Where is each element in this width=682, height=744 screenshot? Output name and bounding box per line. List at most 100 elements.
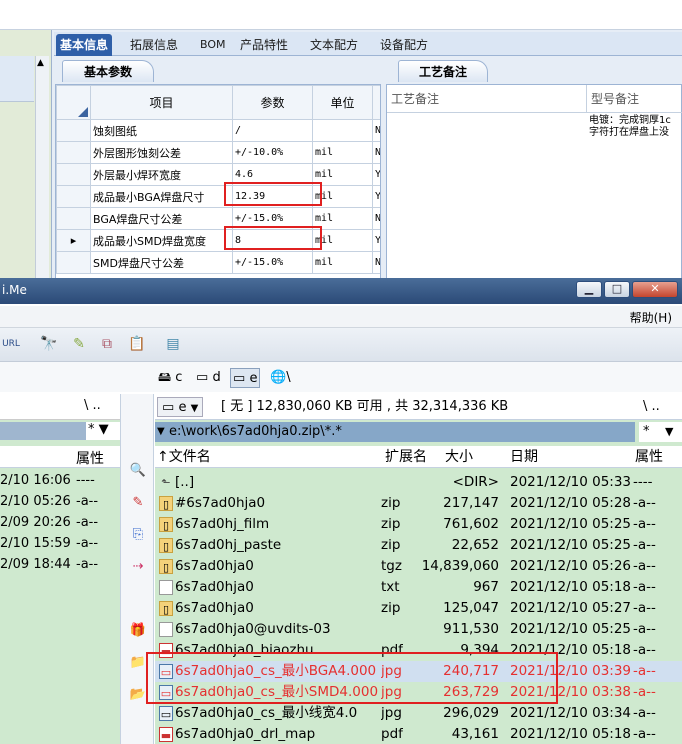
file-name: 6s7ad0hja0 [175, 579, 254, 595]
header-name[interactable]: ↑文件名 [157, 446, 211, 468]
left-nav[interactable]: \ .. [84, 398, 101, 413]
filter-dropdown-icon[interactable]: ▼ [99, 422, 109, 437]
left-panel-scrollbar[interactable]: ▲ [35, 56, 49, 292]
tab-equipment-recipe[interactable]: 设备配方 [376, 34, 432, 56]
maximize-button[interactable]: □ [604, 281, 630, 298]
left-history-bar[interactable]: * ▼ [0, 422, 120, 440]
list-item[interactable]: 2/09 18:44 -a-- [0, 554, 120, 575]
tab-extended-info[interactable]: 拓展信息 [126, 34, 182, 56]
row-flag: N [372, 207, 380, 230]
pack-icon[interactable]: 🎁 [129, 622, 147, 640]
scroll-up-arrow-icon[interactable]: ▲ [37, 58, 44, 68]
grid-row[interactable]: 蚀刻图纸 / N [56, 119, 380, 142]
folder-icon[interactable]: 📂 [129, 686, 147, 704]
path-dropdown-icon[interactable]: ▼ [157, 422, 165, 442]
copy-icon[interactable]: ⎘ [129, 526, 147, 544]
file-attr: -a-- [633, 663, 656, 679]
file-name: 6s7ad0hja0 [175, 600, 254, 616]
edit-icon[interactable]: ✎ [129, 494, 147, 512]
grid-header-item[interactable]: 项目 [90, 85, 233, 120]
table-row[interactable]: ⬑ [..] <DIR> 2021/12/10 05:33 ---- [155, 472, 682, 493]
table-row[interactable]: ▯ 6s7ad0hja0 tgz 14,839,060 2021/12/10 05:26… [155, 556, 682, 577]
tab-basic-info[interactable]: 基本信息 [56, 34, 113, 56]
row-current-marker[interactable]: ▸ [56, 229, 91, 252]
right-drive-select[interactable]: ▭ e ▼ [157, 397, 204, 417]
row-header[interactable] [56, 185, 91, 208]
network-drive[interactable]: 🌐\ [270, 368, 291, 388]
tab-text-recipe[interactable]: 文本配方 [306, 34, 362, 56]
left-header-attr[interactable]: 属性 [76, 448, 104, 468]
menu-help[interactable]: 帮助(H) [630, 309, 672, 326]
subtab-basic-params[interactable]: 基本参数 [62, 60, 154, 82]
table-row[interactable]: ▯ 6s7ad0hj_film zip 761,602 2021/12/10 05:25… [155, 514, 682, 535]
tab-bom[interactable]: BOM [196, 34, 230, 56]
file-date: 2021/12/10 05:18 [510, 726, 632, 742]
table-row[interactable]: ▯ 6s7ad0hja0 zip 125,047 2021/12/10 05:27 -a-… [155, 598, 682, 619]
grid-row-current[interactable]: ▸ 成品最小SMD焊盘宽度 8 mil Y [56, 229, 380, 252]
table-row[interactable]: ▬ 6s7ad0hja0_drl_map pdf 43,161 2021/12/10 0… [155, 724, 682, 744]
file-date: 2021/12/10 05:33 [510, 474, 632, 490]
tab-product-features[interactable]: 产品特性 [236, 34, 292, 56]
right-nav[interactable]: \ .. [643, 394, 660, 420]
row-header[interactable] [56, 119, 91, 142]
row-header[interactable] [56, 251, 91, 274]
list-item[interactable]: 2/10 16:06 ---- [0, 470, 120, 491]
grid-row[interactable]: 外层最小焊环宽度 4.6 mil Y [56, 163, 380, 186]
url-icon[interactable]: URL [2, 335, 20, 353]
list-item[interactable]: 2/09 20:26 -a-- [0, 512, 120, 533]
right-filter[interactable]: * ▼ [639, 422, 682, 442]
row-header[interactable] [56, 141, 91, 164]
menu-bar: 帮助(H) [0, 306, 682, 328]
move-icon[interactable]: ⇢ [129, 558, 147, 576]
grid-row[interactable]: BGA焊盘尺寸公差 +/-15.0% mil N [56, 207, 380, 230]
view-icon[interactable]: 🔍 [129, 462, 147, 480]
new-folder-icon[interactable]: 📁 [129, 654, 147, 672]
row-value[interactable]: / [232, 119, 313, 142]
row-value[interactable]: +/-15.0% [232, 251, 313, 274]
left-row-attr: -a-- [76, 515, 99, 530]
drive-d[interactable]: ▭ d [196, 368, 221, 388]
table-row[interactable]: ▭ 6s7ad0hja0_cs_最小线宽4.0 jpg 296,029 2021/12/… [155, 703, 682, 724]
notes-header-model[interactable]: 型号备注 [587, 85, 682, 113]
close-button[interactable]: ✕ [632, 281, 678, 298]
clipboard-icon[interactable]: 📋 [128, 335, 146, 353]
table-row[interactable]: 6s7ad0hja0@uvdits-03 911,530 2021/12/10 05… [155, 619, 682, 640]
grid-row[interactable]: 成品最小BGA焊盘尺寸 12.39 mil Y [56, 185, 380, 208]
table-row[interactable]: ▯ 6s7ad0hj_paste zip 22,652 2021/12/10 05:25… [155, 535, 682, 556]
header-date[interactable]: 日期 [510, 446, 538, 468]
minimize-button[interactable]: ▁ [576, 281, 602, 298]
image-icon: ▭ [159, 706, 173, 721]
left-row-date: 2/09 20:26 [0, 515, 71, 530]
list-item[interactable]: 2/10 05:26 -a-- [0, 491, 120, 512]
grid-header-value[interactable]: 参数 [232, 85, 313, 120]
grid-row[interactable]: 外层图形蚀刻公差 +/-10.0% mil N [56, 141, 380, 164]
notes-header-process[interactable]: 工艺备注 [387, 85, 587, 113]
model-note-cell[interactable]: 电镀：完成铜厚1c 字符打在焊盘上没 [587, 113, 682, 141]
drive-c[interactable]: 🖴 c [158, 368, 182, 388]
list-item[interactable]: 2/10 15:59 -a-- [0, 533, 120, 554]
table-row[interactable]: 6s7ad0hja0 txt 967 2021/12/10 05:18 -a-- [155, 577, 682, 598]
left-path-bar[interactable]: \ .. [0, 394, 120, 420]
row-value[interactable]: +/-10.0% [232, 141, 313, 164]
table-row[interactable]: ▯ #6s7ad0hja0 zip 217,147 2021/12/10 05:28 -a… [155, 493, 682, 514]
header-attr[interactable]: 属性 [635, 446, 663, 468]
drive-dropdown-icon[interactable]: ▼ [191, 403, 199, 414]
left-row-attr: -a-- [76, 536, 99, 551]
grid-header-unit[interactable]: 单位 [312, 85, 373, 120]
row-header[interactable] [56, 207, 91, 230]
grid-row[interactable]: SMD焊盘尺寸公差 +/-15.0% mil N [56, 251, 380, 274]
left-filter[interactable]: * ▼ [86, 422, 120, 440]
file-manager-titlebar[interactable]: i.Me ▁ □ ✕ [0, 278, 682, 304]
right-path-bar[interactable]: ▼ e:\work\6s7ad0hja0.zip\*.* [155, 422, 635, 442]
binoculars-icon[interactable]: 🔭 [40, 335, 58, 353]
notepad-icon[interactable]: ▤ [164, 335, 182, 353]
filter-dropdown-icon[interactable]: ▼ [665, 422, 673, 442]
header-size[interactable]: 大小 [445, 446, 473, 468]
rename-icon[interactable]: ✎ [70, 335, 88, 353]
sync-icon[interactable]: ⧉ [98, 335, 116, 353]
row-header[interactable] [56, 163, 91, 186]
file-attr: -a-- [633, 684, 656, 700]
header-ext[interactable]: 扩展名 [385, 446, 427, 468]
drive-e[interactable]: ▭ e [230, 368, 261, 388]
subtab-process-notes[interactable]: 工艺备注 [398, 60, 488, 82]
